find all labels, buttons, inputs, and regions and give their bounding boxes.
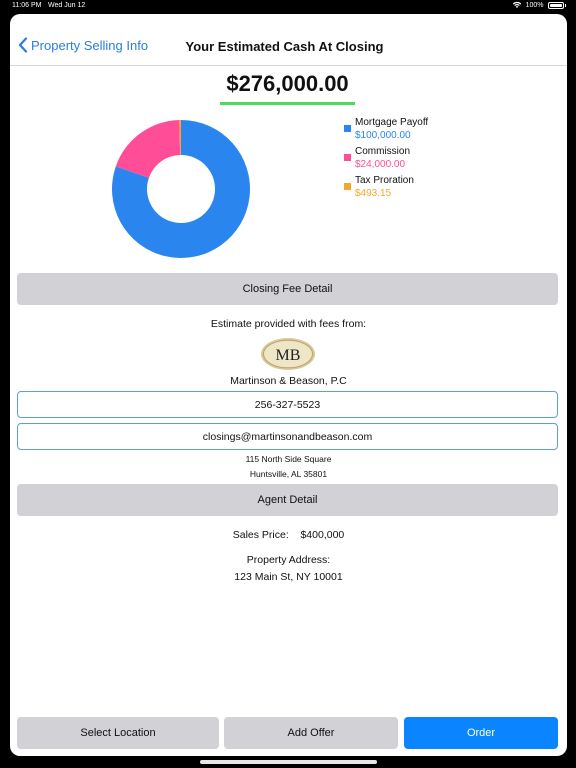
legend-value: $100,000.00 [355, 130, 411, 141]
legend-swatch [344, 154, 351, 161]
donut-chart [111, 120, 250, 258]
add-offer-button[interactable]: Add Offer [224, 717, 398, 749]
company-logo: MB [261, 338, 315, 370]
wifi-icon [512, 1, 521, 8]
battery-tip [564, 3, 566, 7]
navigation-bar: Property Selling Info Your Estimated Cas… [10, 14, 567, 66]
legend-value: $493.15 [355, 188, 392, 199]
agent-detail-button[interactable]: Agent Detail [17, 484, 558, 516]
total-underline [220, 102, 355, 105]
estimated-cash-total: $276,000.00 [226, 71, 349, 96]
battery-percent: 100% [525, 1, 544, 9]
select-location-button[interactable]: Select Location [17, 717, 219, 749]
legend-value: $24,000.00 [355, 159, 406, 170]
legend-label: Mortgage Payoff [355, 117, 429, 128]
sales-price-label: Sales Price: [232, 529, 289, 541]
legend-swatch [344, 125, 351, 132]
battery-icon [547, 1, 564, 9]
legend-label: Tax Proration [355, 175, 414, 186]
page-title-text: Your Estimated Cash At Closing [185, 39, 384, 54]
status-time: 11:06 PM [12, 2, 42, 9]
home-indicator [200, 760, 377, 764]
logo-text: MB [276, 347, 301, 364]
order-button[interactable]: Order [404, 717, 558, 749]
status-indicators: 100% [512, 1, 566, 9]
estimate-intro: Estimate provided with fees from: [210, 318, 367, 330]
company-name: Martinson & Beason, P.C [230, 375, 347, 387]
legend-label: Commission [355, 146, 411, 157]
address-line-1: 115 North Side Square [245, 454, 332, 464]
page-title: Your Estimated Cash At Closing [10, 39, 567, 54]
email-button[interactable]: closings@martinsonandbeason.com [17, 423, 558, 450]
closing-fee-detail-button[interactable]: Closing Fee Detail [17, 273, 558, 305]
sales-price-row: Sales Price: $400,000 [10, 529, 567, 541]
property-address-label: Property Address: [246, 554, 331, 566]
legend-swatch [344, 183, 351, 190]
status-date: Wed Jun 12 [48, 2, 86, 9]
donut-slice-commission [115, 120, 181, 178]
phone-button[interactable]: 256-327-5523 [17, 391, 558, 418]
address-line-2: Huntsville, AL 35801 [249, 469, 328, 479]
status-bar: 11:06 PM Wed Jun 12 100% [0, 0, 576, 13]
sheet: Property Selling Info Your Estimated Cas… [10, 14, 567, 756]
property-address-value: 123 Main St, NY 10001 [234, 571, 343, 583]
sales-price-value: $400,000 [300, 529, 345, 541]
